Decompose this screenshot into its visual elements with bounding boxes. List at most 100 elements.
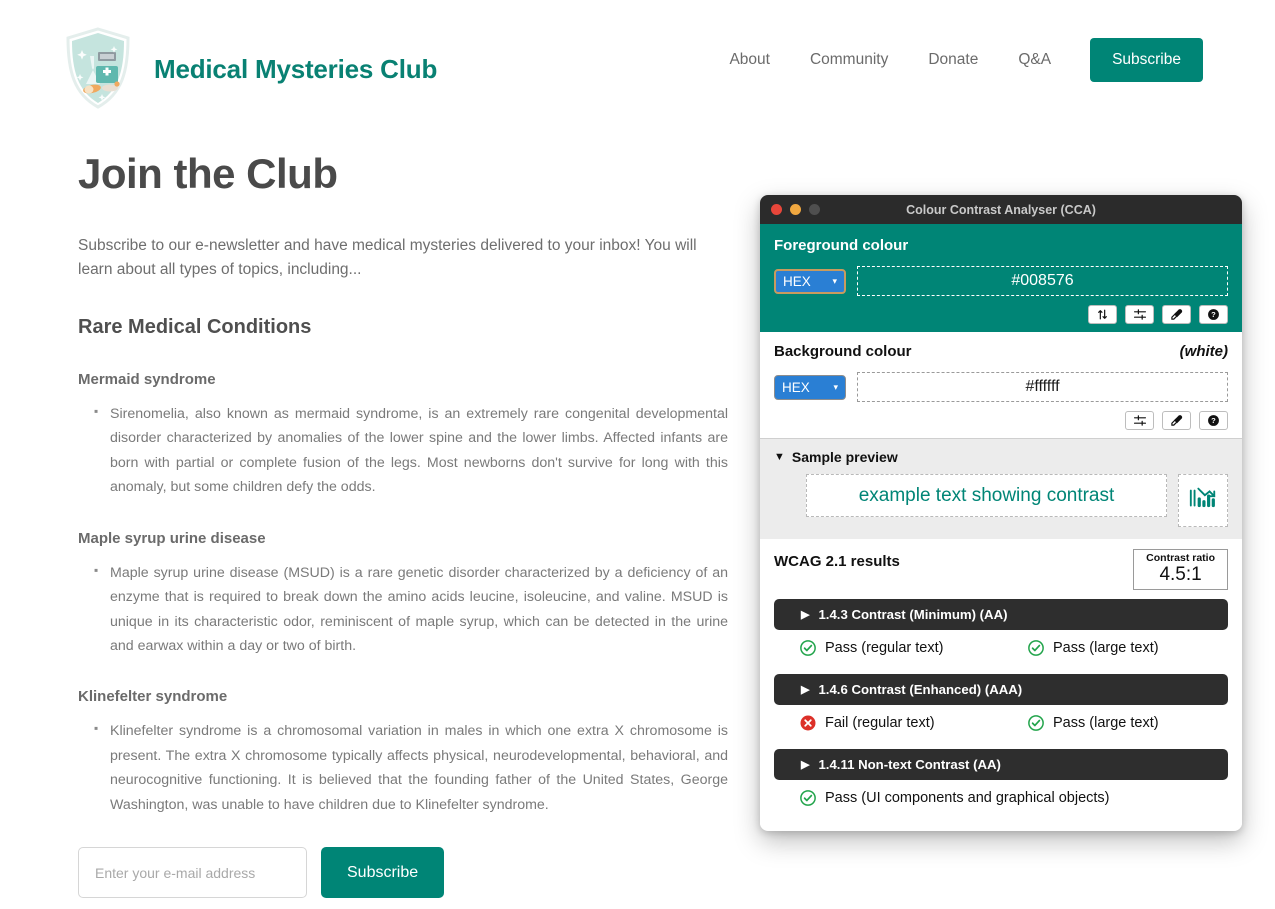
- bar-chart-declining-icon: [1188, 483, 1218, 518]
- header-subscribe-button[interactable]: Subscribe: [1090, 38, 1203, 82]
- background-colour-row: HEX ▾ #ffffff: [774, 372, 1228, 402]
- contrast-ratio-box: Contrast ratio 4.5:1: [1133, 549, 1228, 590]
- sample-preview-heading: Sample preview: [791, 449, 898, 465]
- result-label: Pass (large text): [1053, 714, 1159, 731]
- result-regular-text: Pass (regular text): [799, 639, 1027, 657]
- foreground-colour-input[interactable]: #008576: [857, 266, 1228, 296]
- brand[interactable]: Medical Mysteries Club: [62, 26, 437, 112]
- result-large-text: Pass (large text): [1027, 714, 1159, 732]
- window-title: Colour Contrast Analyser (CCA): [906, 202, 1096, 217]
- window-controls: [771, 204, 820, 215]
- site-header: Medical Mysteries Club About Community D…: [0, 0, 1275, 128]
- cca-window: Colour Contrast Analyser (CCA) Foregroun…: [760, 195, 1242, 831]
- background-format-select[interactable]: HEX ▾: [774, 374, 846, 400]
- cca-titlebar[interactable]: Colour Contrast Analyser (CCA): [760, 195, 1242, 224]
- email-input[interactable]: [78, 847, 307, 899]
- foreground-label: Foreground colour: [774, 237, 909, 254]
- topic-maple-syrup-urine-disease: Maple syrup urine disease Maple syrup ur…: [78, 530, 728, 659]
- background-colour-input[interactable]: #ffffff: [857, 372, 1228, 402]
- result-label: Pass (large text): [1053, 639, 1159, 656]
- criterion-title: 1.4.6 Contrast (Enhanced) (AAA): [818, 681, 1023, 697]
- nav-link-about[interactable]: About: [729, 51, 790, 69]
- topic-mermaid-syndrome: Mermaid syndrome Sirenomelia, also known…: [78, 371, 728, 500]
- minimize-window-button[interactable]: [790, 204, 801, 215]
- foreground-colour-panel: Foreground colour HEX ▾ #008576 ?: [760, 224, 1242, 332]
- close-window-button[interactable]: [771, 204, 782, 215]
- chevron-down-icon: ▾: [833, 381, 838, 392]
- result-large-text: Pass (large text): [1027, 639, 1159, 657]
- triangle-right-icon: ▶: [801, 683, 810, 696]
- topic-list: Sirenomelia, also known as mermaid syndr…: [78, 401, 728, 500]
- contrast-ratio-label: Contrast ratio: [1146, 552, 1215, 564]
- background-colour-name: (white): [1179, 343, 1228, 360]
- eyedropper-icon[interactable]: [1162, 411, 1191, 430]
- newsletter-subscribe-button[interactable]: Subscribe: [321, 847, 445, 899]
- triangle-down-icon: ▼: [774, 451, 785, 463]
- help-icon[interactable]: ?: [1199, 411, 1228, 430]
- result-ui-components: Pass (UI components and graphical object…: [799, 789, 1110, 807]
- result-label: Pass (regular text): [825, 639, 944, 656]
- criterion-1-4-11-results: Pass (UI components and graphical object…: [774, 780, 1228, 815]
- intro-paragraph: Subscribe to our e-newsletter and have m…: [78, 237, 697, 279]
- foreground-tools: ?: [774, 305, 1228, 324]
- zoom-window-button[interactable]: [809, 204, 820, 215]
- criterion-title: 1.4.3 Contrast (Minimum) (AA): [818, 606, 1008, 622]
- topic-list: Klinefelter syndrome is a chromosomal va…: [78, 718, 728, 817]
- eyedropper-icon[interactable]: [1162, 305, 1191, 324]
- pass-check-icon: [799, 639, 817, 657]
- criterion-1-4-6-results: Fail (regular text) Pass (large text): [774, 705, 1228, 740]
- medical-shield-logo-icon: [62, 26, 134, 112]
- background-tools: ?: [774, 411, 1228, 430]
- foreground-colour-row: HEX ▾ #008576: [774, 266, 1228, 296]
- fail-cross-icon: [799, 714, 817, 732]
- brand-title: Medical Mysteries Club: [154, 53, 438, 84]
- pass-check-icon: [799, 789, 817, 807]
- nav-link-community[interactable]: Community: [790, 51, 908, 69]
- chevron-down-icon: ▾: [832, 275, 837, 286]
- criterion-1-4-3-header[interactable]: ▶ 1.4.3 Contrast (Minimum) (AA): [774, 598, 1228, 630]
- foreground-format-value: HEX: [783, 273, 811, 289]
- result-label: Pass (UI components and graphical object…: [825, 789, 1110, 806]
- sample-graphic-box: [1178, 474, 1228, 527]
- result-regular-text: Fail (regular text): [799, 714, 1027, 732]
- background-label: Background colour: [774, 343, 912, 360]
- contrast-ratio-value: 4.5:1: [1159, 564, 1202, 585]
- list-item: Sirenomelia, also known as mermaid syndr…: [94, 401, 728, 500]
- main-content: Join the Club Subscribe to our e-newslet…: [78, 150, 728, 909]
- background-header: Background colour (white): [774, 343, 1228, 372]
- swap-colours-icon[interactable]: [1088, 305, 1117, 324]
- help-icon[interactable]: ?: [1199, 305, 1228, 324]
- nav-link-qa[interactable]: Q&A: [998, 51, 1071, 69]
- sliders-icon[interactable]: [1125, 305, 1154, 324]
- criterion-title: 1.4.11 Non-text Contrast (AA): [818, 756, 1001, 772]
- criterion-1-4-6-header[interactable]: ▶ 1.4.6 Contrast (Enhanced) (AAA): [774, 673, 1228, 705]
- sample-preview-panel: ▼ Sample preview example text showing co…: [760, 438, 1242, 539]
- sample-preview-toggle[interactable]: ▼ Sample preview: [774, 449, 1228, 465]
- criterion-1-4-11-header[interactable]: ▶ 1.4.11 Non-text Contrast (AA): [774, 748, 1228, 780]
- pass-check-icon: [1027, 639, 1045, 657]
- nav-link-donate[interactable]: Donate: [908, 51, 998, 69]
- newsletter-signup-form: Subscribe: [78, 847, 728, 899]
- triangle-right-icon: ▶: [801, 608, 810, 621]
- wcag-results-title: WCAG 2.1 results: [774, 553, 900, 570]
- page-root: Medical Mysteries Club About Community D…: [0, 0, 1275, 909]
- topic-title: Mermaid syndrome: [78, 371, 216, 389]
- triangle-right-icon: ▶: [801, 758, 810, 771]
- sample-preview-row: example text showing contrast: [774, 474, 1228, 527]
- list-item: Klinefelter syndrome is a chromosomal va…: [94, 718, 728, 817]
- foreground-format-select[interactable]: HEX ▾: [774, 268, 846, 294]
- wcag-results-panel: WCAG 2.1 results Contrast ratio 4.5:1 ▶ …: [760, 539, 1242, 827]
- sliders-icon[interactable]: [1125, 411, 1154, 430]
- result-label: Fail (regular text): [825, 714, 935, 731]
- topic-title: Maple syrup urine disease: [78, 529, 266, 547]
- pass-check-icon: [1027, 714, 1045, 732]
- background-format-value: HEX: [782, 379, 810, 395]
- topic-title: Klinefelter syndrome: [78, 688, 228, 706]
- background-colour-panel: Background colour (white) HEX ▾ #ffffff: [760, 332, 1242, 438]
- topic-list: Maple syrup urine disease (MSUD) is a ra…: [78, 560, 728, 659]
- svg-text:?: ?: [1211, 416, 1216, 425]
- page-title: Join the Club: [78, 150, 338, 197]
- list-item: Maple syrup urine disease (MSUD) is a ra…: [94, 560, 728, 659]
- criterion-1-4-3-results: Pass (regular text) Pass (large text): [774, 630, 1228, 665]
- wcag-results-header: WCAG 2.1 results Contrast ratio 4.5:1: [774, 549, 1228, 590]
